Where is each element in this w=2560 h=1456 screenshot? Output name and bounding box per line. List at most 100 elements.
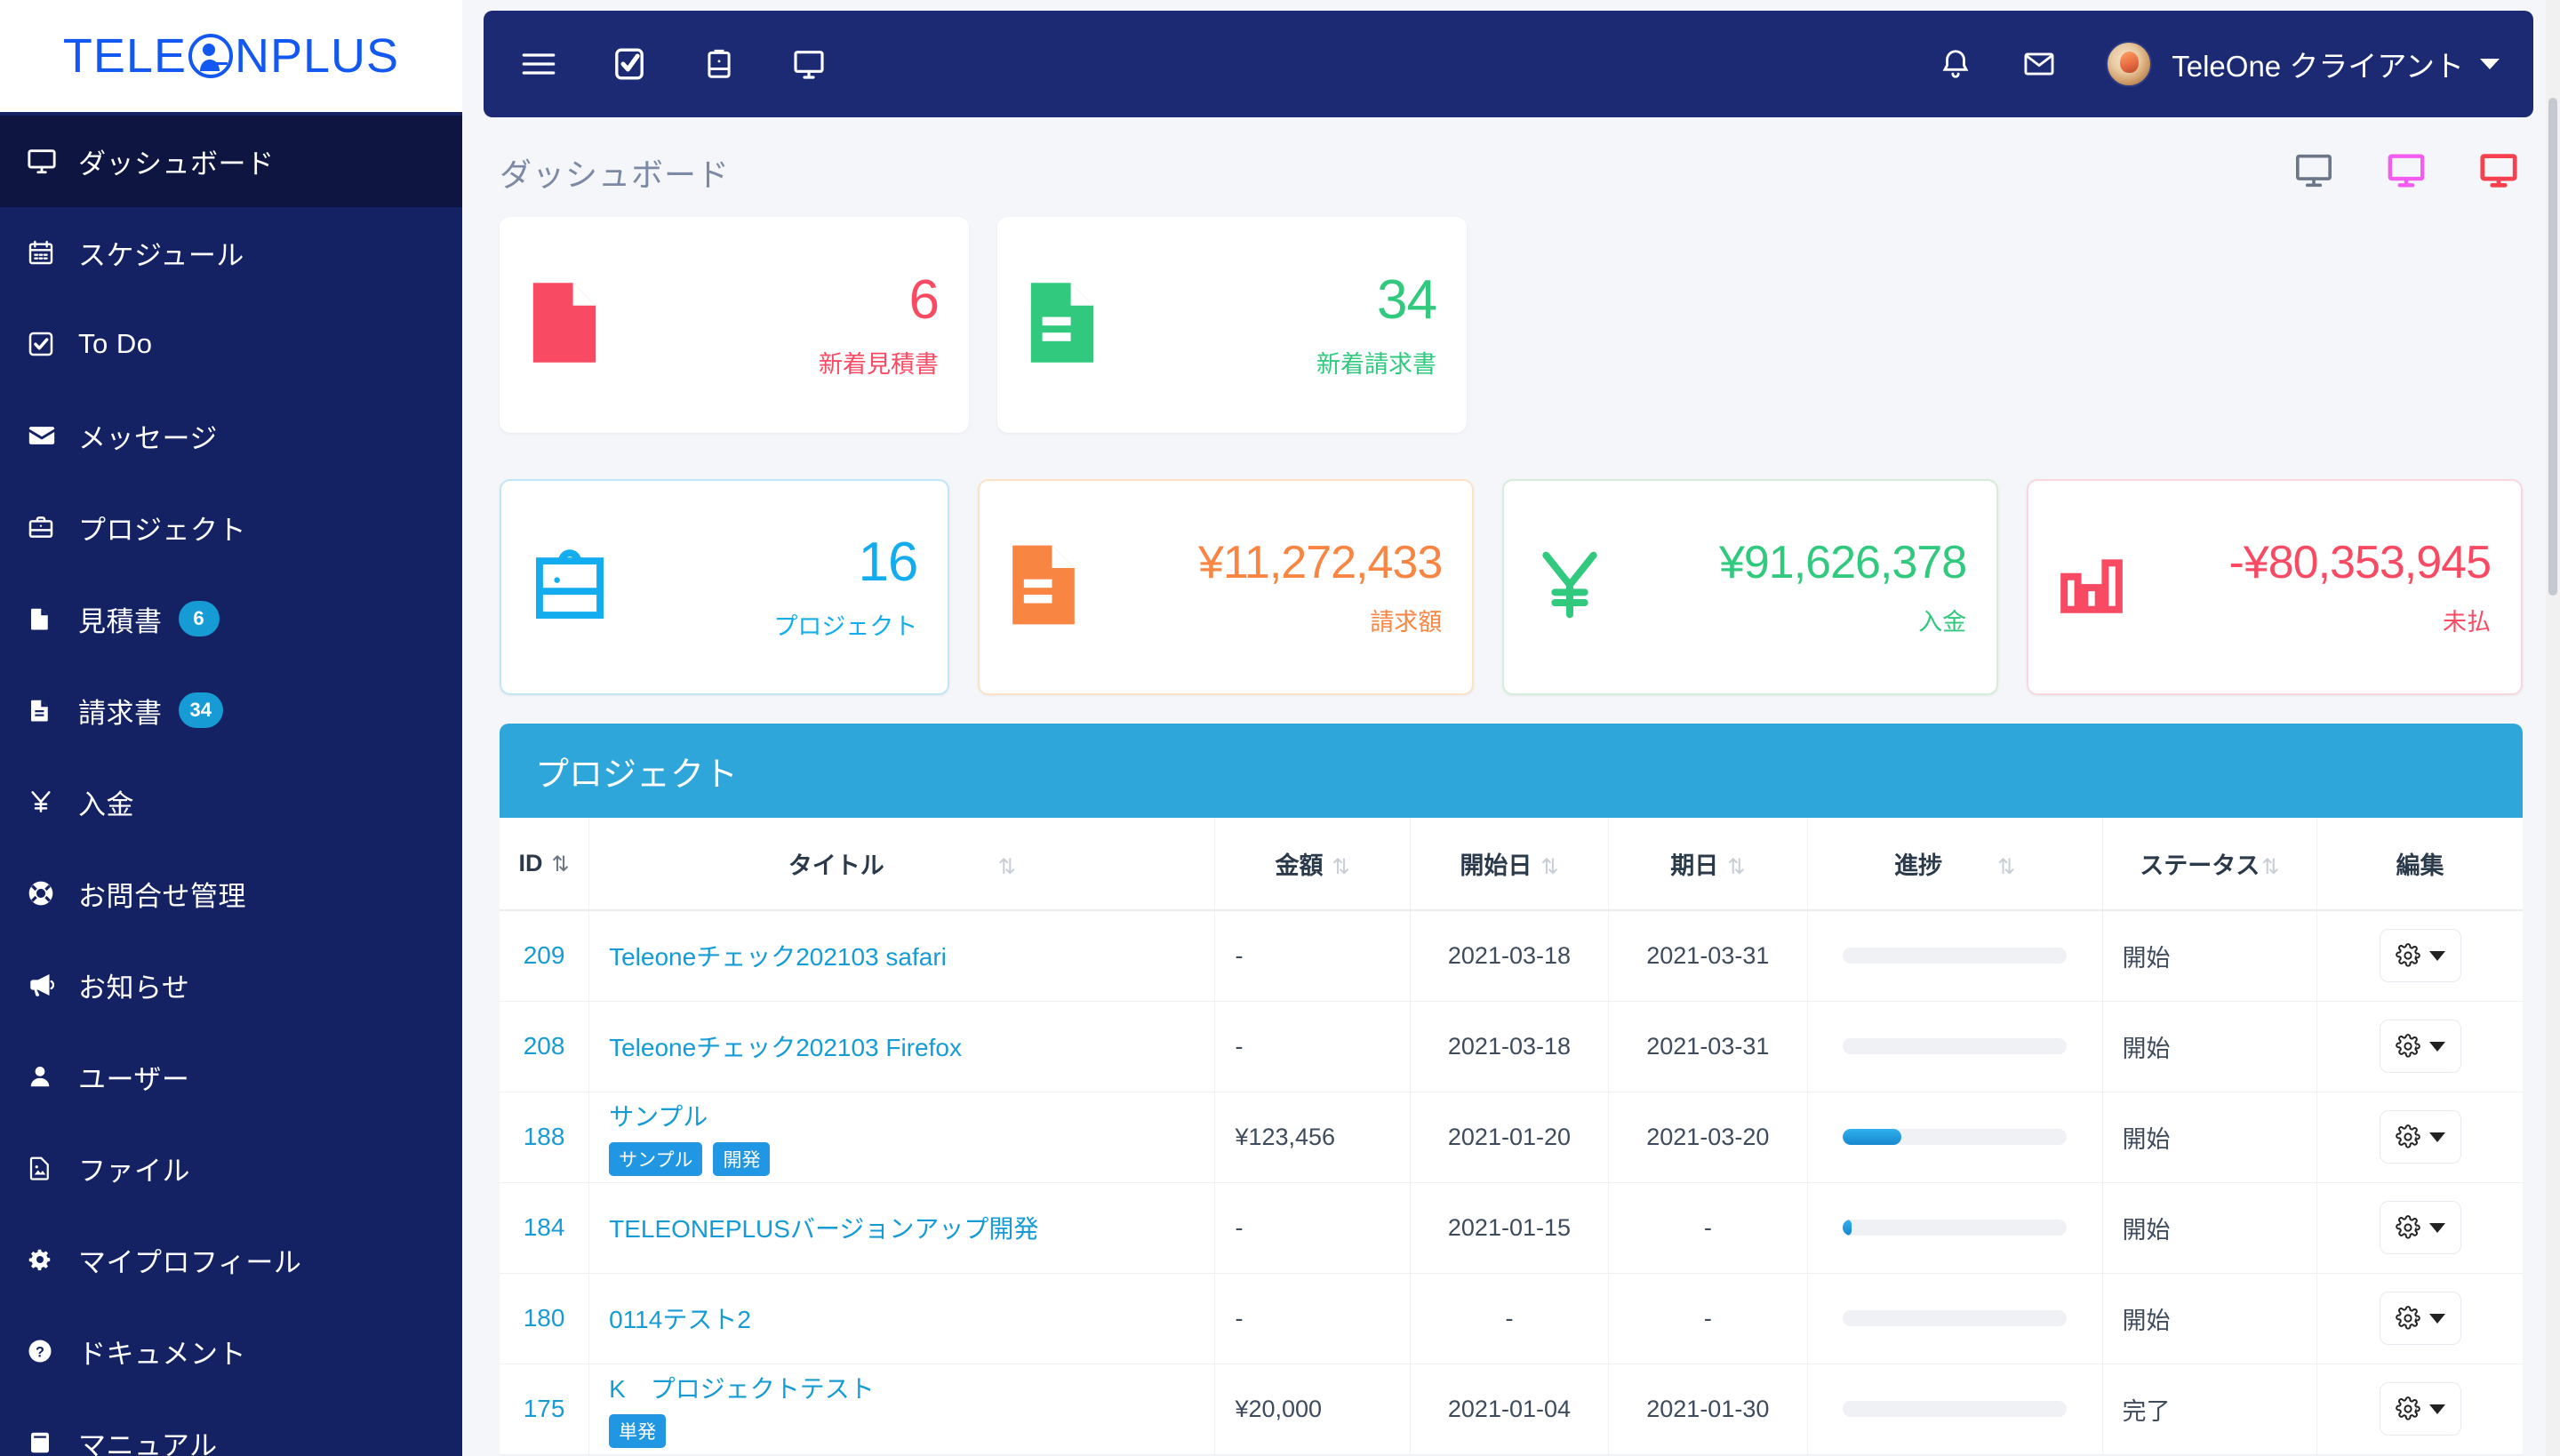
sidebar-item-projects[interactable]: プロジェクト	[0, 482, 462, 573]
sidebar-item-label: ドキュメント	[78, 1338, 246, 1370]
projects-table-body: 209 Teleoneチェック202103 safari -2021-03-18 20…	[500, 910, 2523, 1455]
lifebuoy-icon	[27, 879, 78, 908]
project-title-link[interactable]: 0114テスト2	[609, 1306, 751, 1333]
progress-bar	[1843, 948, 2068, 964]
mail-icon[interactable]	[2022, 47, 2056, 81]
hamburger-menu-icon[interactable]	[521, 50, 556, 78]
column-header-id[interactable]: ID ⇅	[500, 818, 589, 911]
sidebar-item-dashboard[interactable]: ダッシュボード	[0, 115, 462, 207]
column-label: ID	[518, 850, 543, 876]
column-header-amount[interactable]: 金額 ⇅	[1214, 818, 1411, 911]
cell-progress	[1806, 1092, 2103, 1183]
sort-icon: ⇅	[1332, 855, 1350, 879]
sidebar-item-files[interactable]: ファイル	[0, 1123, 462, 1214]
sidebar-badge-invoices: 34	[178, 692, 223, 729]
desktop-view-icon[interactable]	[2293, 153, 2334, 193]
envelope-icon	[27, 420, 78, 451]
stat-card-billed-amount[interactable]: ¥11,272,433 請求額	[978, 479, 1475, 695]
gear-icon	[2395, 1215, 2420, 1239]
mobile-view-icon[interactable]	[2478, 153, 2519, 193]
cell-due-date: 2021-03-20	[1608, 1092, 1807, 1183]
calendar-icon	[27, 238, 78, 267]
gear-dropdown-button[interactable]	[2379, 1110, 2461, 1164]
cell-due-date: 2021-01-30	[1608, 1364, 1807, 1455]
column-header-title[interactable]: タイトル ⇅	[588, 818, 1215, 911]
tag-list: サンプル 開発	[609, 1142, 1195, 1176]
gear-dropdown-button[interactable]	[2379, 1382, 2461, 1436]
stat-caption: 新着見積書	[819, 351, 939, 378]
sidebar-item-users[interactable]: ユーザー	[0, 1031, 462, 1123]
column-header-progress[interactable]: 進捗 ⇅	[1806, 818, 2103, 911]
app-root: TELE N PLUS ダッシュボード スケジュール To Do メッセージ プ…	[0, 0, 2560, 1456]
stat-card-paid-amount[interactable]: ¥91,626,378 入金	[1502, 479, 1999, 695]
table-row: 188 サンプル サンプル 開発 ¥123,456 2021-01-20 2021-03-2…	[500, 1092, 2523, 1183]
sidebar-item-label: 請求書	[78, 697, 163, 729]
scrollbar-thumb[interactable]	[2548, 98, 2557, 596]
project-title-link[interactable]: K プロジェクトテスト	[609, 1375, 875, 1403]
sidebar-item-label: To Do	[78, 328, 153, 360]
sidebar-item-my-profile[interactable]: マイプロフィール	[0, 1214, 462, 1306]
cell-start-date: 2021-01-20	[1409, 1092, 1609, 1183]
clipboard-icon[interactable]	[702, 47, 736, 81]
sort-icon: ⇅	[551, 852, 570, 876]
briefcase-icon	[27, 513, 78, 541]
sidebar-item-quotes[interactable]: 見積書 6	[0, 573, 462, 665]
user-menu[interactable]: TeleOne クライアント	[2106, 41, 2500, 87]
sidebar-item-manual[interactable]: マニュアル	[0, 1397, 462, 1456]
monitor-icon[interactable]	[791, 46, 827, 82]
tag-badge: 単発	[609, 1414, 667, 1448]
sidebar-item-todo[interactable]: To Do	[0, 299, 462, 390]
project-title-link[interactable]: Teleoneチェック202103 Firefox	[609, 1034, 962, 1061]
progress-bar	[1843, 1401, 2068, 1417]
check-square-icon	[27, 330, 78, 358]
user-name-label: TeleOne クライアント	[2172, 50, 2464, 83]
sidebar-item-news[interactable]: お知らせ	[0, 940, 462, 1031]
sidebar-item-schedule[interactable]: スケジュール	[0, 207, 462, 299]
gear-dropdown-button[interactable]	[2379, 1292, 2461, 1345]
project-title-link[interactable]: サンプル	[609, 1103, 708, 1131]
cell-progress	[1806, 1273, 2103, 1364]
tablet-view-icon[interactable]	[2386, 153, 2427, 193]
chevron-down-icon	[2428, 1404, 2445, 1414]
gear-icon	[2395, 1306, 2420, 1330]
stat-card-projects[interactable]: 16 プロジェクト	[500, 479, 950, 695]
gear-dropdown-button[interactable]	[2379, 1020, 2461, 1073]
sidebar-item-label: お知らせ	[78, 972, 190, 1004]
stat-card-unpaid-amount[interactable]: -¥80,353,945 未払	[2027, 479, 2523, 695]
project-title-link[interactable]: TELEONEPLUSバージョンアップ開発	[609, 1215, 1038, 1243]
table-row: 175 K プロジェクトテスト 単発 ¥20,000 2021-01-04 2021-01…	[500, 1364, 2523, 1455]
table-row: 184 TELEONEPLUSバージョンアップ開発 -2021-01-15- 開始	[500, 1182, 2523, 1274]
sidebar-item-label: マイプロフィール	[78, 1246, 302, 1278]
check-square-icon[interactable]	[612, 46, 647, 82]
chevron-down-icon	[2428, 950, 2445, 961]
page-scrollbar[interactable]	[2546, 0, 2560, 1456]
column-header-status[interactable]: ステータス⇅	[2101, 818, 2317, 911]
stat-card-new-quotes[interactable]: 6 新着見積書	[500, 217, 969, 433]
gear-dropdown-button[interactable]	[2379, 929, 2461, 983]
cell-status: 開始	[2101, 1273, 2317, 1364]
cell-due-date: 2021-03-31	[1608, 910, 1807, 1002]
column-label: 編集	[2396, 852, 2444, 879]
sidebar-item-documents[interactable]: ? ドキュメント	[0, 1306, 462, 1397]
sidebar-item-invoices[interactable]: 請求書 34	[0, 665, 462, 756]
bell-icon[interactable]	[1939, 47, 1972, 81]
cell-status: 開始	[2101, 1001, 2317, 1092]
cell-id: 180	[500, 1273, 589, 1364]
gear-icon	[2395, 1034, 2420, 1058]
column-label: 金額	[1275, 852, 1324, 879]
file-icon	[27, 605, 78, 632]
project-title-link[interactable]: Teleoneチェック202103 safari	[609, 943, 947, 971]
gear-dropdown-button[interactable]	[2379, 1201, 2461, 1254]
sidebar-item-inquiries[interactable]: お問合せ管理	[0, 848, 462, 940]
sidebar-item-payments[interactable]: 入金	[0, 756, 462, 848]
cell-edit	[2316, 910, 2523, 1002]
cell-due-date: 2021-03-31	[1608, 1001, 1807, 1092]
brand-logo[interactable]: TELE N PLUS	[0, 0, 462, 116]
chevron-down-icon	[2428, 1313, 2445, 1324]
sidebar-item-messages[interactable]: メッセージ	[0, 390, 462, 482]
column-label: タイトル	[788, 852, 884, 879]
column-header-start-date[interactable]: 開始日 ⇅	[1409, 818, 1609, 911]
stat-card-new-invoices[interactable]: 34 新着請求書	[997, 217, 1467, 433]
progress-bar	[1843, 1129, 2068, 1145]
column-header-due-date[interactable]: 期日 ⇅	[1608, 818, 1807, 911]
